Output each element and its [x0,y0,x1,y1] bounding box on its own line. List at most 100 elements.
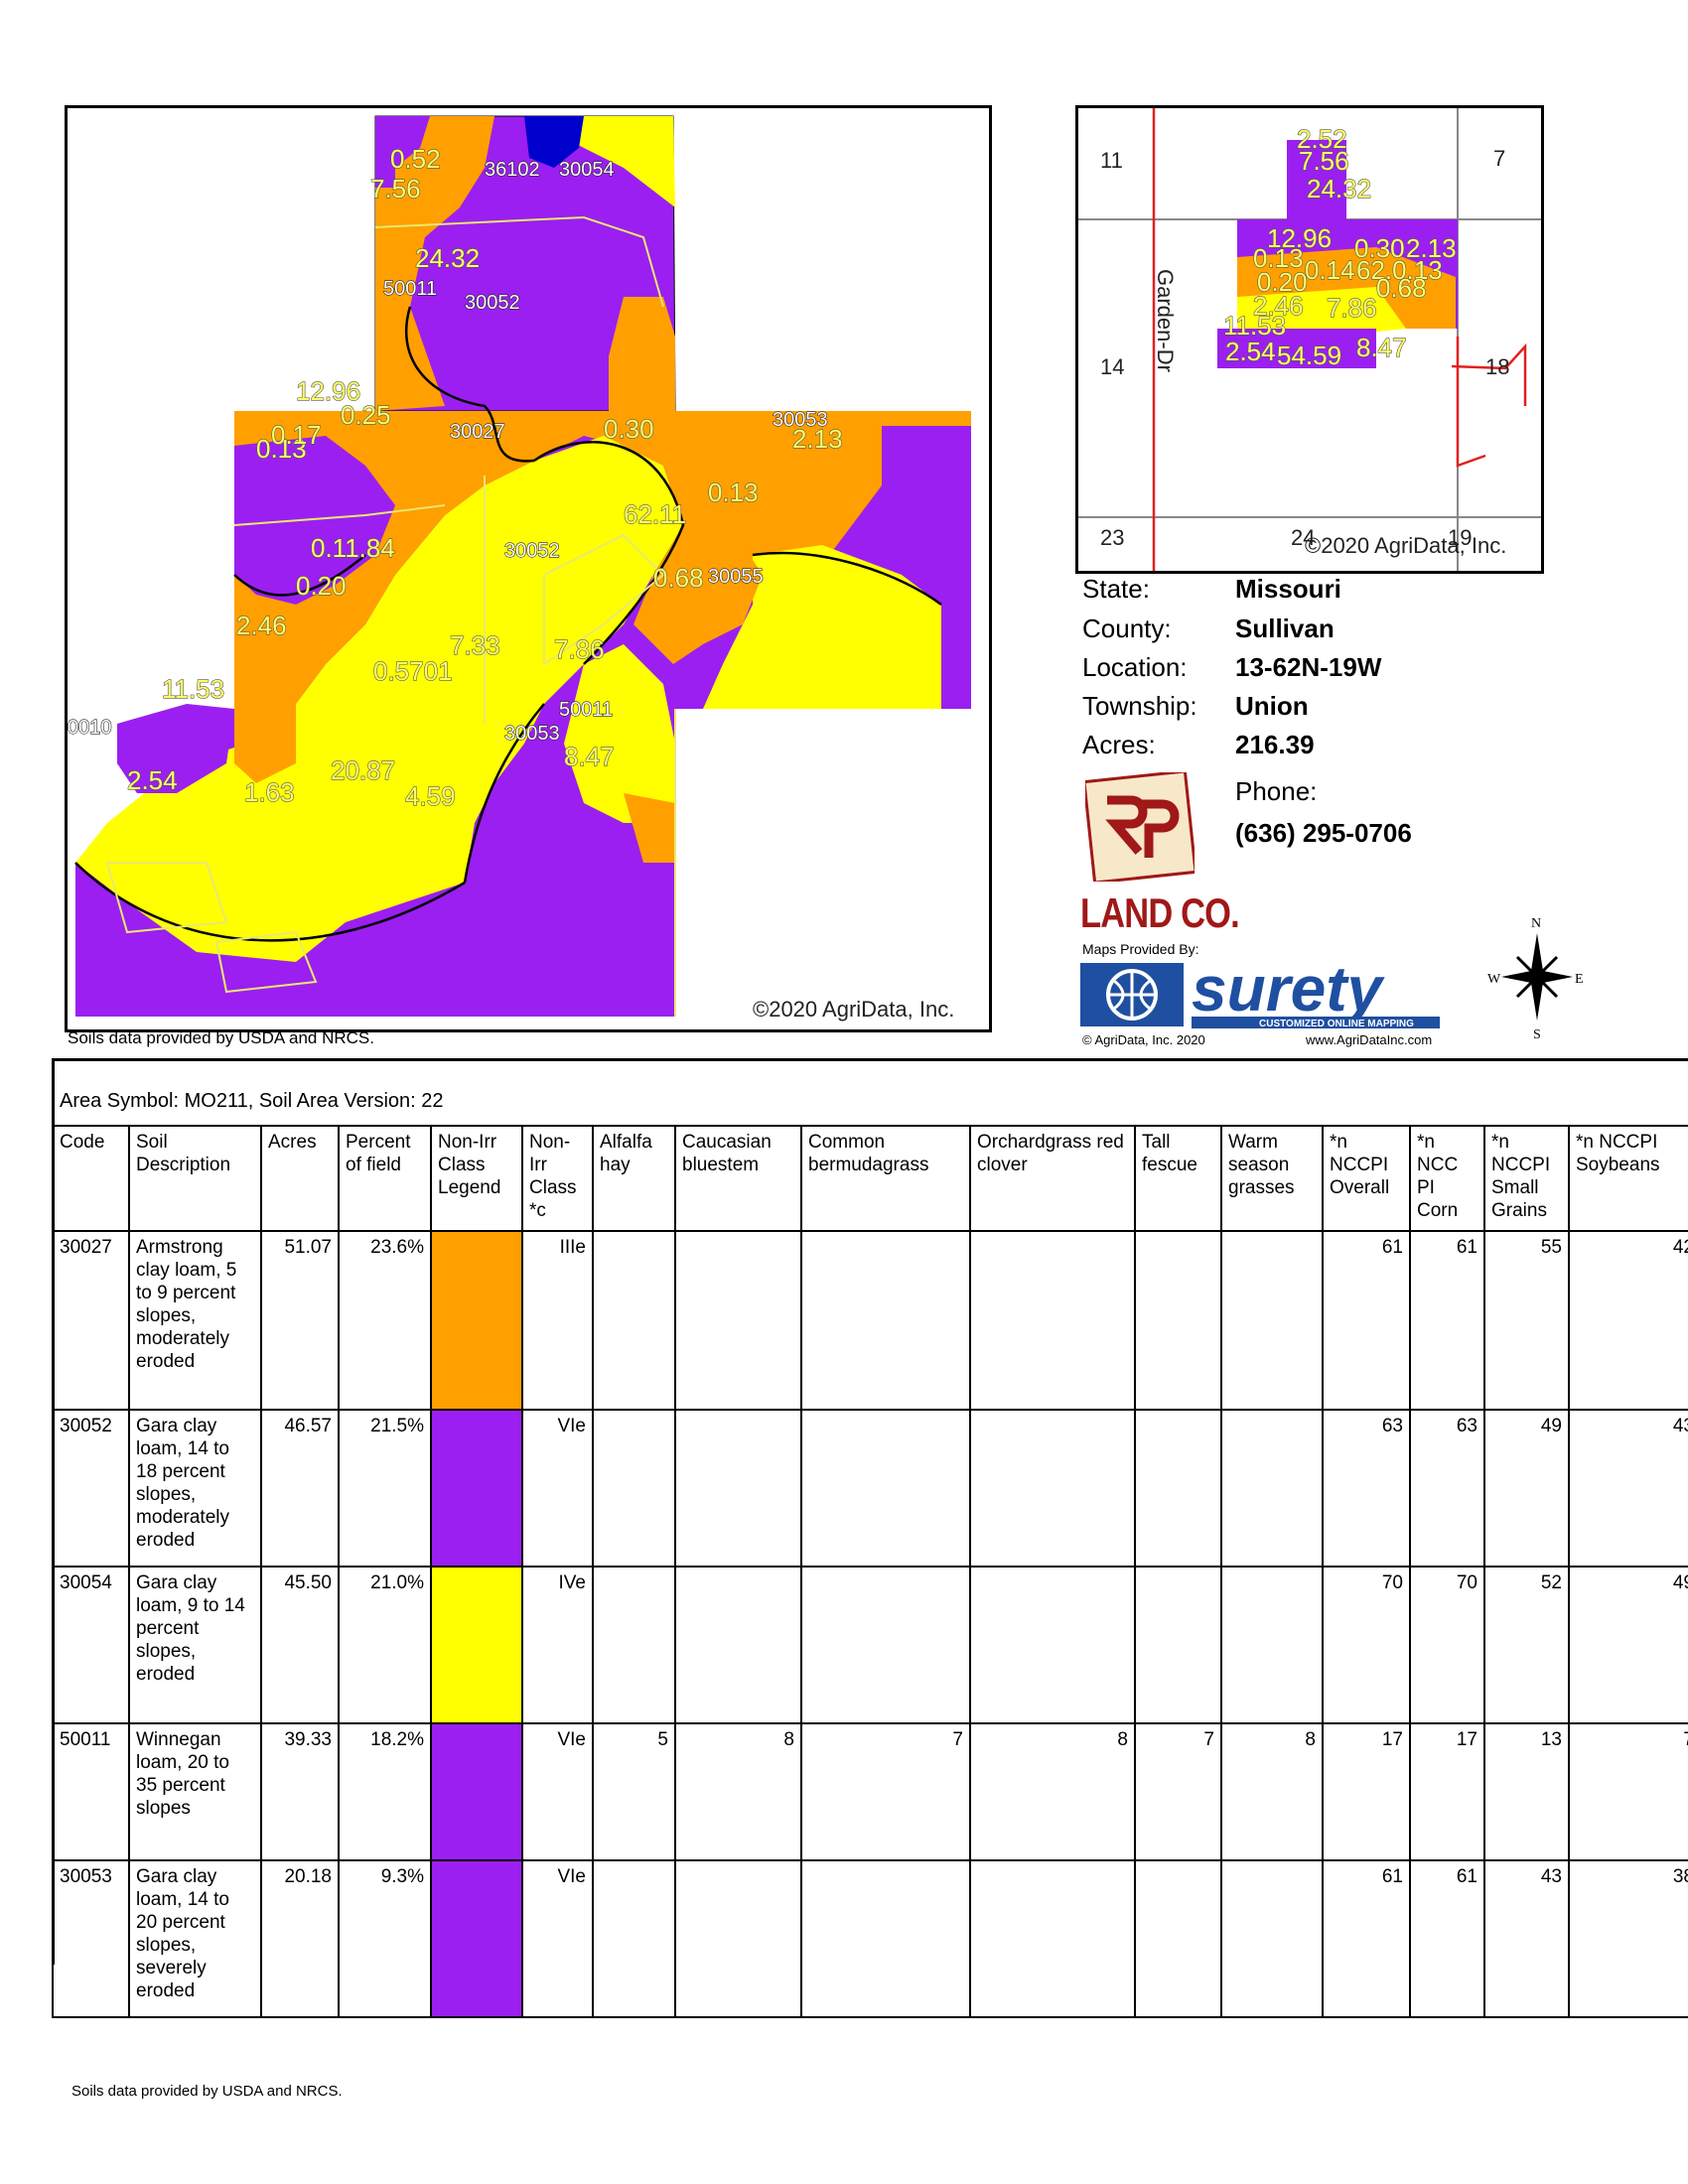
locator-label: 7.56 [1299,146,1349,176]
cell-description: Armstrong clay loam, 5 to 9 percent slop… [128,1230,262,1411]
compass-e: E [1575,972,1584,987]
cell-legend-swatch [430,1409,523,1568]
cell-code: 30053 [52,1859,130,2018]
cell-nccpi-small-grains: 13 [1483,1722,1570,1861]
locator-label: 0.68 [1376,273,1427,303]
cell-acres: 20.18 [260,1859,340,2018]
header-code: Code [52,1125,130,1232]
cell-caucasian [674,1566,802,1724]
cell-bermuda [800,1566,971,1724]
county-label: County: [1082,614,1172,643]
location-label: Location: [1082,652,1188,682]
cell-acres: 45.50 [260,1566,340,1724]
soil-map-label: 0010 [68,717,112,739]
cell-class: VIe [521,1859,594,2018]
locator-label: 7.86 [1327,293,1377,323]
surety-copyright: © AgriData, Inc. 2020 [1082,1032,1205,1047]
cell-warm-season [1220,1230,1324,1411]
class-color-swatch [433,1569,520,1721]
cell-warm-season [1220,1409,1324,1568]
locator-label: 8.47 [1356,333,1407,362]
soil-map-label: 7.56 [370,174,421,204]
soil-map-label: 30054 [559,159,615,181]
soil-map-label: 0.30 [604,414,654,444]
cell-code: 30054 [52,1566,130,1724]
header-percent-of-field: Percent of field [338,1125,432,1232]
locator-map-svg: 2.527.5624.3212.960.13 0.30 2.130.14 62.0.1… [1078,108,1541,571]
cell-nccpi-soybeans: 49 [1568,1566,1688,1724]
soil-map-label: 30055 [708,566,764,588]
cell-alfalfa [592,1859,676,2018]
soils-data-note-footer: Soils data provided by USDA and NRCS. [71,2083,343,2100]
locator-map: 2.52 7.56 24.32 12.96 0.13 0.30 2.13 0.14 62.0.1… [1075,105,1544,574]
cell-bermuda [800,1230,971,1411]
cell-fescue [1134,1566,1222,1724]
soil-map-label: 2.54 [127,765,178,795]
acres-value: 216.39 [1235,730,1315,759]
cell-fescue: 7 [1134,1722,1222,1861]
cell-percent: 21.0% [338,1566,432,1724]
locator-label: 54.59 [1277,341,1341,370]
cell-acres: 46.57 [260,1409,340,1568]
class-color-swatch [433,1412,520,1565]
soil-map-label: 24.32 [415,243,480,273]
soil-map-label: 30052 [465,292,520,314]
cell-legend-swatch [430,1230,523,1411]
cell-percent: 18.2% [338,1722,432,1861]
cell-warm-season: 8 [1220,1722,1324,1861]
section-14: 14 [1100,354,1124,379]
cell-warm-season [1220,1566,1324,1724]
soil-map-label: 20.87 [331,755,395,785]
section-7: 7 [1493,146,1505,171]
table-header-row: Code Soil Description Acres Percent of f… [52,1125,1688,1232]
cell-orchard [969,1230,1136,1411]
soil-map-label: 0.5701 [373,656,453,686]
header-nccpi-soybeans: *n NCCPI Soybeans [1568,1125,1688,1232]
area-symbol-title: Area Symbol: MO211, Soil Area Version: 2… [60,1090,444,1112]
cell-class: IIIe [521,1230,594,1411]
class-color-swatch [433,1725,520,1858]
soil-map-label: 11.53 [162,674,224,704]
cell-nccpi-small-grains: 49 [1483,1409,1570,1568]
cell-orchard: 8 [969,1722,1136,1861]
cell-code: 30027 [52,1230,130,1411]
soil-polygons [75,115,971,1017]
cell-orchard [969,1566,1136,1724]
soil-map-label: 2.13 [792,424,843,454]
class-color-swatch [433,1862,520,2015]
cell-bermuda [800,1859,971,2018]
table-row: 30027 Armstrong clay loam, 5 to 9 percent… [52,1230,1688,1411]
cell-nccpi-overall: 63 [1322,1409,1411,1568]
header-alfalfa-hay: Alfalfa hay [592,1125,676,1232]
cell-nccpi-small-grains: 52 [1483,1566,1570,1724]
compass-n: N [1531,916,1541,931]
cell-nccpi-overall: 61 [1322,1859,1411,2018]
soil-map-label: 30027 [450,421,505,443]
header-warm-season-grasses: Warm season grasses [1220,1125,1324,1232]
cell-acres: 51.07 [260,1230,340,1411]
state-label: State: [1082,574,1150,604]
cell-percent: 9.3% [338,1859,432,2018]
soil-map-label: 0.13 [708,478,759,507]
cell-nccpi-corn: 61 [1409,1859,1485,2018]
cell-legend-swatch [430,1859,523,2018]
header-nccpi-corn: *n NCC PI Corn [1409,1125,1485,1232]
header-caucasian-bluestem: Caucasian bluestem [674,1125,802,1232]
cell-class: IVe [521,1566,594,1724]
cell-code: 50011 [52,1722,130,1861]
class-color-swatch [433,1233,520,1408]
cell-nccpi-corn: 63 [1409,1409,1485,1568]
surety-url: www.AgriDataInc.com [1306,1032,1433,1047]
cell-nccpi-soybeans: 38 [1568,1859,1688,2018]
cell-description: Winnegan loam, 20 to 35 percent slopes [128,1722,262,1861]
acres-label: Acres: [1082,730,1156,759]
cell-nccpi-soybeans: 42 [1568,1230,1688,1411]
compass-w: W [1487,972,1501,987]
cell-description: Gara clay loam, 14 to 18 percent slopes,… [128,1409,262,1568]
cell-legend-swatch [430,1722,523,1861]
cell-nccpi-small-grains: 55 [1483,1230,1570,1411]
locator-label: 24.32 [1307,174,1371,204]
cell-acres: 39.33 [260,1722,340,1861]
phone-value: (636) 295-0706 [1235,818,1412,848]
cell-caucasian [674,1230,802,1411]
